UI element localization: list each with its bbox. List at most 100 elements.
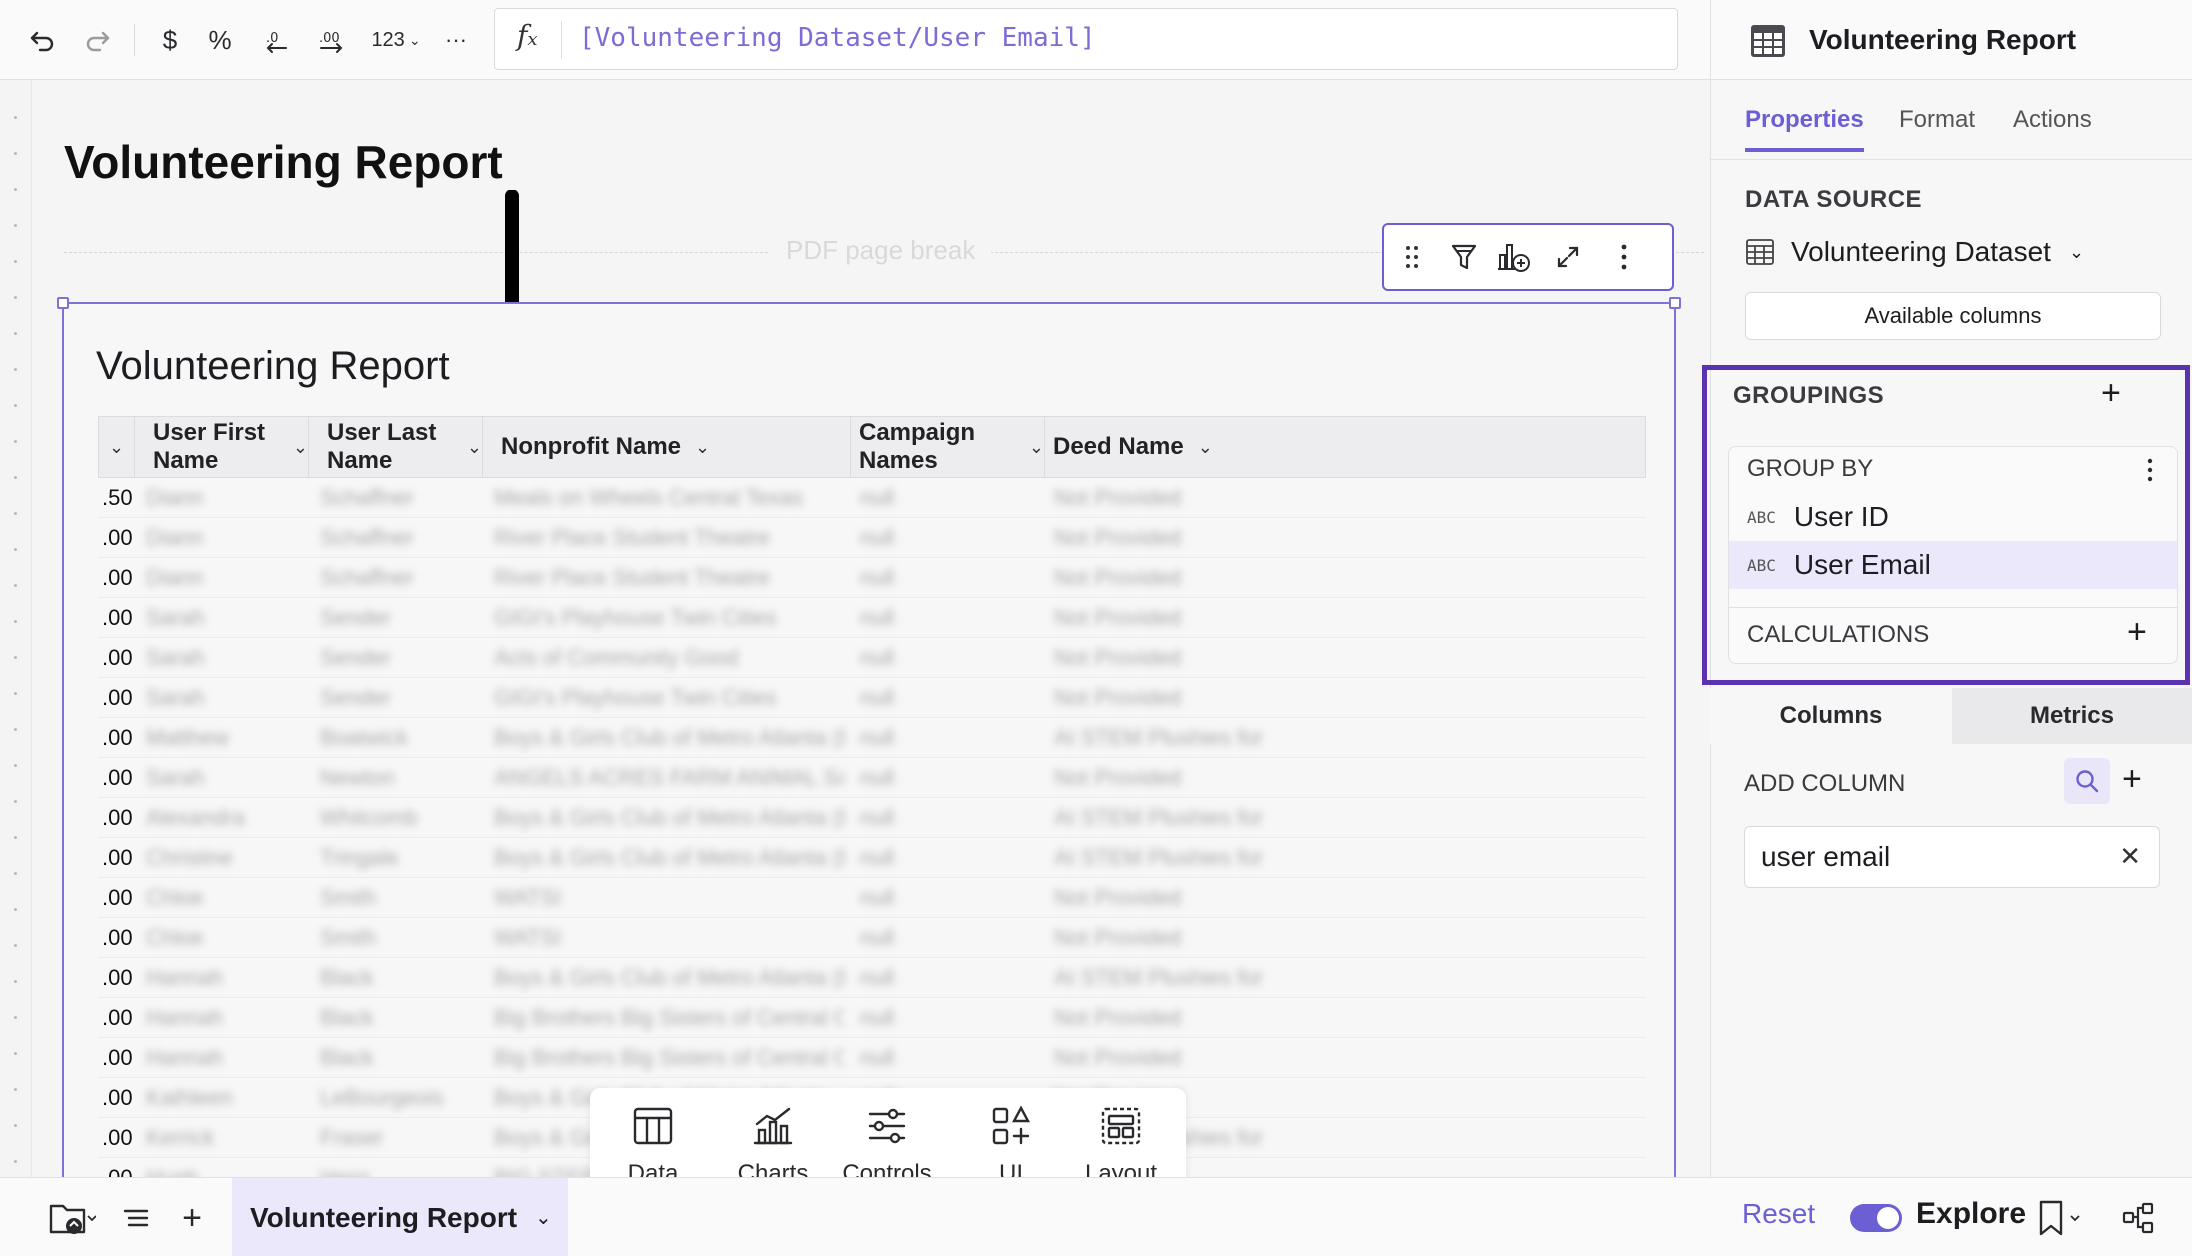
table-cell-campaign: null [860, 645, 895, 670]
table-cell-last: Whitcomb [320, 805, 418, 830]
table-row[interactable]: .00 Chloe Smith WATSI null Not Provided [98, 918, 1646, 958]
table-cell-nonprofit: WATSI [494, 925, 562, 950]
dataset-table-icon [1746, 239, 1774, 265]
add-chart-icon[interactable] [1496, 239, 1532, 275]
table-row[interactable]: .00 Sarah Sender GIGI's Playhouse Twin Citi… [98, 598, 1646, 638]
bookmark-menu-button[interactable] [2030, 1196, 2088, 1240]
table-row[interactable]: .00 Hannah Black Big Brothers Big Sisters o… [98, 998, 1646, 1038]
insert-ui-button[interactable]: UI [956, 1104, 1066, 1177]
search-icon[interactable] [2064, 758, 2110, 804]
kebab-menu-icon[interactable] [2147, 457, 2153, 483]
data-table: ⌄ User First Name ⌄ User Last Name ⌄ Nonpr… [98, 416, 1646, 1177]
group-by-item-user-email[interactable]: ABC User Email [1729, 541, 2177, 589]
drag-handle-icon[interactable] [1394, 239, 1430, 275]
explore-toggle[interactable] [1850, 1204, 1902, 1232]
clear-search-icon[interactable]: ✕ [2119, 841, 2141, 872]
formula-divider [561, 21, 562, 59]
add-grouping-button[interactable]: + [2101, 374, 2121, 413]
add-page-button[interactable]: + [174, 1196, 210, 1240]
undo-icon[interactable] [20, 18, 64, 62]
table-cell-last: LeBourgeois [320, 1085, 444, 1110]
column-header-user-last-name[interactable]: User Last Name ⌄ [309, 417, 483, 477]
page-title[interactable]: Volunteering Report [64, 135, 503, 189]
add-calculation-button[interactable]: + [2127, 613, 2147, 652]
more-options-button[interactable]: ··· [436, 18, 476, 62]
increase-decimal-icon[interactable]: .00 [312, 18, 352, 62]
table-row[interactable]: .00 Diann Schaffner River Place Student The… [98, 518, 1646, 558]
table-cell-campaign: null [860, 1005, 895, 1030]
table-cell-first: Sarah [146, 765, 205, 790]
redo-icon[interactable] [76, 18, 120, 62]
insert-layout-button[interactable]: Layout [1066, 1104, 1176, 1177]
available-columns-button[interactable]: Available columns [1745, 292, 2161, 340]
group-by-item-user-id[interactable]: ABC User ID [1729, 493, 2177, 541]
table-row[interactable]: .00 Diann Schaffner River Place Student The… [98, 558, 1646, 598]
table-row[interactable]: .00 Christine Tringale Boys & Girls Club of… [98, 838, 1646, 878]
chevron-down-icon: ⌄ [466, 436, 482, 457]
table-cell-deed: Not Provided [1054, 525, 1182, 550]
text-type-icon: ABC [1747, 555, 1776, 575]
chevron-down-icon[interactable]: ⌄ [535, 1205, 552, 1230]
add-column-button[interactable]: + [2122, 760, 2142, 799]
table-row[interactable]: .00 Sarah Sender GIGI's Playhouse Twin Citi… [98, 678, 1646, 718]
table-row[interactable]: .00 Sarah Sender Acts of Community Good null… [98, 638, 1646, 678]
data-source-select[interactable]: Volunteering Dataset ⌄ [1745, 236, 2084, 268]
column-search-input[interactable] [1761, 839, 2091, 875]
table-row[interactable]: .00 Alexandra Whitcomb Boys & Girls Club of… [98, 798, 1646, 838]
resize-handle[interactable] [57, 297, 69, 309]
ruler-tick [14, 440, 17, 443]
reset-button[interactable]: Reset [1742, 1198, 1815, 1230]
insert-data-button[interactable]: Data [598, 1104, 708, 1177]
column-search-field[interactable]: ✕ [1744, 826, 2160, 888]
table-row[interactable]: .00 Chloe Smith WATSI null Not Provided [98, 878, 1646, 918]
data-source-value: Volunteering Dataset [1791, 236, 2051, 267]
table-cell-last: Black [320, 1045, 374, 1070]
page-tab-volunteering-report[interactable]: Volunteering Report ⌄ [232, 1178, 568, 1256]
expand-icon[interactable] [1550, 239, 1586, 275]
table-cell-campaign: null [860, 685, 895, 710]
currency-format-button[interactable]: $ [150, 18, 190, 62]
tab-properties[interactable]: Properties [1745, 106, 1864, 152]
tab-metrics[interactable]: Metrics [1952, 688, 2192, 744]
ruler-tick [14, 332, 17, 335]
tab-format[interactable]: Format [1899, 106, 1975, 148]
table-element-icon [1751, 25, 1785, 57]
column-header-campaign-names[interactable]: Campaign Names ⌄ [851, 417, 1045, 477]
formula-text[interactable]: [Volunteering Dataset/User Email] [579, 23, 1096, 53]
insert-controls-button[interactable]: Controls [832, 1104, 942, 1177]
number-format-dropdown[interactable]: 123 ⌄ [368, 18, 424, 62]
table-row[interactable]: .00 Hannah Black Boys & Girls Club of Metro… [98, 958, 1646, 998]
table-cell-last: Smith [320, 925, 377, 950]
outline-icon[interactable] [118, 1196, 154, 1240]
decrease-decimal-icon[interactable]: .0 [256, 18, 296, 62]
insert-charts-button[interactable]: Charts [718, 1104, 828, 1177]
panel-title[interactable]: Volunteering Report [1809, 24, 2076, 56]
filter-icon[interactable] [1446, 239, 1482, 275]
table-cell-last: Boatwick [320, 725, 409, 750]
folder-menu-button[interactable] [36, 1196, 108, 1240]
column-header-nonprofit-name[interactable]: Nonprofit Name ⌄ [483, 417, 851, 477]
percent-format-button[interactable]: % [200, 18, 240, 62]
column-header-deed-name[interactable]: Deed Name ⌄ [1045, 417, 1647, 477]
table-cell-campaign: null [860, 805, 895, 830]
resize-handle[interactable] [1669, 297, 1681, 309]
tab-actions[interactable]: Actions [2013, 106, 2092, 148]
column-header-user-first-name[interactable]: User First Name ⌄ [135, 417, 309, 477]
kebab-menu-icon[interactable] [1606, 239, 1642, 275]
tab-columns[interactable]: Columns [1710, 688, 1952, 744]
layout-icon [1101, 1107, 1141, 1145]
row-collapse-chevron-icon[interactable]: ⌄ [99, 417, 135, 477]
ruler-tick [14, 620, 17, 623]
table-row[interactable]: .50 Diann Schaffner Meals on Wheels Central… [98, 478, 1646, 518]
table-widget[interactable]: Volunteering Report ⌄ User First Name ⌄ U… [57, 297, 1681, 1177]
share-network-icon[interactable] [2116, 1196, 2160, 1240]
row-value-cell: .00 [102, 725, 133, 750]
ruler-tick [14, 764, 17, 767]
table-row[interactable]: .00 Sarah Newton ANGELS ACRES FARM ANIMAL S… [98, 758, 1646, 798]
table-row[interactable]: .00 Hannah Black Big Brothers Big Sisters o… [98, 1038, 1646, 1078]
row-value-cell: .00 [102, 1158, 133, 1177]
table-row[interactable]: .00 Matthew Boatwick Boys & Girls Club of M… [98, 718, 1646, 758]
widget-title[interactable]: Volunteering Report [96, 344, 450, 389]
chevron-down-icon: ⌄ [292, 436, 308, 457]
formula-bar[interactable]: fx [Volunteering Dataset/User Email] [494, 8, 1678, 70]
